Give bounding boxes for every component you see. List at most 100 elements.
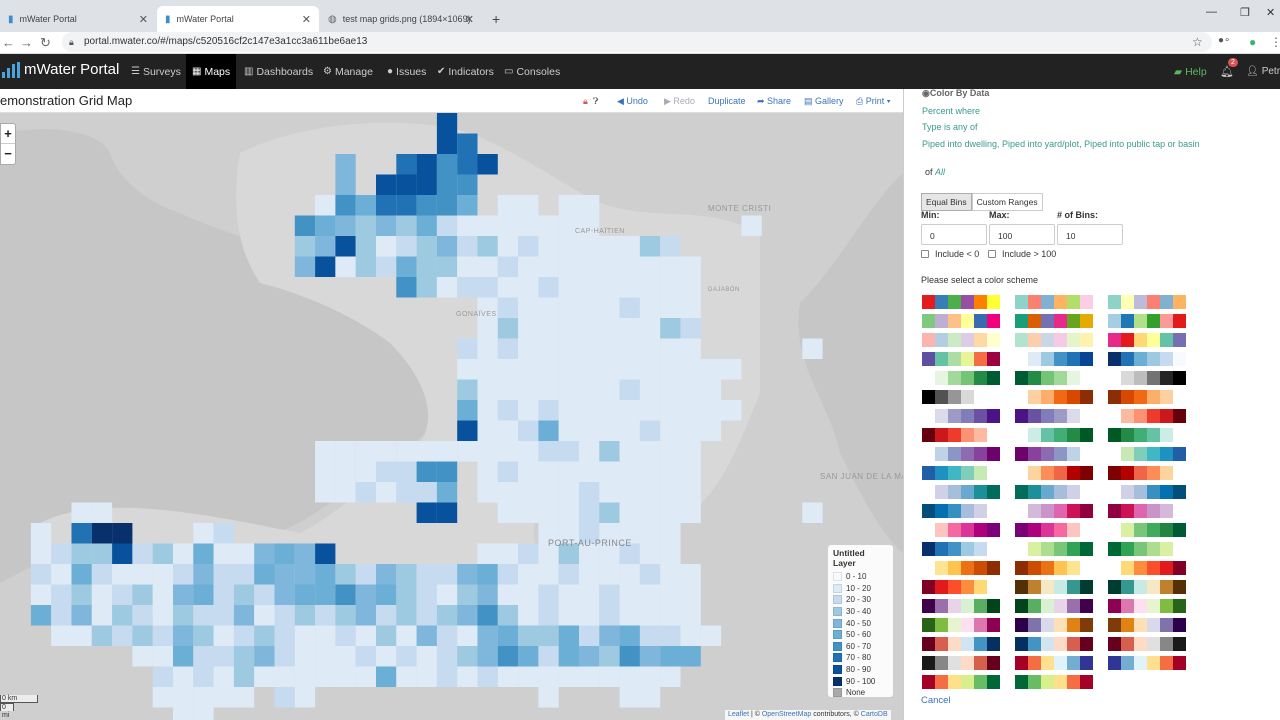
zoom-in-button[interactable]: +	[1, 124, 15, 144]
grid-cell[interactable]	[30, 584, 52, 606]
notifications-button[interactable]: 🔔︎ 2	[1220, 58, 1238, 78]
grid-cell[interactable]	[416, 461, 437, 483]
grid-cell[interactable]	[376, 461, 397, 483]
color-scheme-option[interactable]	[1015, 675, 1093, 689]
grid-cell[interactable]	[518, 256, 539, 278]
grid-cell[interactable]	[477, 441, 498, 462]
grid-cell[interactable]	[233, 625, 255, 647]
map-canvas[interactable]: MONTE CRISTI DAJABÓN SAN JUAN DE LA MAGU…	[0, 113, 903, 720]
grid-cell[interactable]	[538, 502, 559, 524]
grid-cell[interactable]	[457, 625, 478, 647]
grid-cell[interactable]	[152, 584, 173, 606]
grid-cell[interactable]	[579, 400, 600, 421]
grid-cell[interactable]	[619, 687, 640, 708]
grid-cell[interactable]	[436, 502, 458, 524]
grid-cell[interactable]	[436, 174, 458, 196]
grid-cell[interactable]	[538, 338, 559, 360]
grid-cell[interactable]	[315, 666, 336, 688]
grid-cell[interactable]	[619, 256, 640, 278]
grid-cell[interactable]	[558, 441, 579, 462]
grid-cell[interactable]	[477, 646, 498, 667]
grid-cell[interactable]	[396, 174, 417, 196]
grid-cell[interactable]	[376, 646, 397, 667]
grid-cell[interactable]	[315, 605, 336, 626]
grid-cell[interactable]	[152, 605, 173, 626]
grid-cell[interactable]	[315, 564, 336, 585]
grid-cell[interactable]	[477, 605, 498, 626]
grid-cell[interactable]	[497, 215, 519, 237]
grid-cell[interactable]	[558, 400, 579, 421]
grid-cell[interactable]	[660, 236, 681, 257]
grid-cell[interactable]	[396, 154, 417, 175]
grid-cell[interactable]	[497, 666, 519, 688]
grid-cell[interactable]	[680, 318, 701, 339]
grid-cell[interactable]	[416, 154, 437, 175]
color-scheme-option[interactable]	[1108, 352, 1186, 366]
minimize-icon[interactable]: —	[1206, 6, 1217, 18]
grid-cell[interactable]	[477, 215, 498, 237]
grid-cell[interactable]	[660, 318, 681, 339]
grid-cell[interactable]	[497, 482, 519, 503]
grid-cell[interactable]	[436, 133, 458, 155]
grid-cell[interactable]	[518, 338, 539, 360]
grid-cell[interactable]	[518, 420, 539, 442]
color-scheme-option[interactable]	[1015, 333, 1093, 347]
grid-cell[interactable]	[457, 564, 478, 585]
grid-cell[interactable]	[152, 687, 173, 708]
grid-cell[interactable]	[355, 195, 376, 216]
cancel-link[interactable]: Cancel	[921, 695, 951, 706]
grid-cell[interactable]	[518, 400, 539, 421]
grid-cell[interactable]	[213, 523, 234, 544]
osm-link[interactable]: OpenStreetMap	[762, 711, 811, 718]
grid-cell[interactable]	[497, 359, 519, 380]
grid-cell[interactable]	[599, 584, 620, 606]
grid-cell[interactable]	[599, 277, 620, 298]
grid-cell[interactable]	[335, 256, 356, 278]
grid-cell[interactable]	[315, 461, 336, 483]
grid-cell[interactable]	[619, 338, 640, 360]
grid-cell[interactable]	[294, 236, 316, 257]
color-scheme-option[interactable]	[1108, 466, 1186, 480]
grid-cell[interactable]	[457, 277, 478, 298]
grid-cell[interactable]	[518, 318, 539, 339]
grid-cell[interactable]	[802, 502, 823, 524]
grid-cell[interactable]	[315, 441, 336, 462]
grid-cell[interactable]	[558, 236, 579, 257]
grid-cell[interactable]	[619, 666, 640, 688]
color-scheme-option[interactable]	[922, 371, 1000, 385]
print-button[interactable]: ⎙ Print ▾	[856, 96, 891, 107]
nav-manage[interactable]: ⚙ Manage	[317, 54, 379, 89]
grid-cell[interactable]	[112, 543, 133, 565]
grid-cell[interactable]	[660, 523, 681, 544]
grid-cell[interactable]	[518, 277, 539, 298]
grid-cell[interactable]	[376, 195, 397, 216]
grid-cell[interactable]	[477, 461, 498, 483]
grid-cell[interactable]	[680, 461, 701, 483]
grid-cell[interactable]	[477, 666, 498, 688]
color-scheme-option[interactable]	[922, 580, 1000, 594]
grid-cell[interactable]	[660, 277, 681, 298]
grid-cell[interactable]	[579, 502, 600, 524]
grid-cell[interactable]	[91, 543, 113, 565]
grid-cell[interactable]	[538, 297, 559, 319]
grid-cell[interactable]	[579, 236, 600, 257]
grid-cell[interactable]	[660, 359, 681, 380]
grid-cell[interactable]	[477, 256, 498, 278]
grid-cell[interactable]	[680, 256, 701, 278]
grid-cell[interactable]	[71, 523, 92, 544]
grid-cell[interactable]	[376, 236, 397, 257]
grid-cell[interactable]	[538, 584, 559, 606]
grid-cell[interactable]	[680, 277, 701, 298]
grid-cell[interactable]	[599, 379, 620, 401]
grid-cell[interactable]	[518, 236, 539, 257]
grid-cell[interactable]	[335, 646, 356, 667]
grid-cell[interactable]	[416, 215, 437, 237]
grid-cell[interactable]	[579, 461, 600, 483]
grid-cell[interactable]	[132, 625, 153, 647]
grid-cell[interactable]	[335, 605, 356, 626]
grid-cell[interactable]	[579, 420, 600, 442]
grid-cell[interactable]	[193, 666, 214, 688]
grid-cell[interactable]	[477, 154, 498, 175]
grid-cell[interactable]	[538, 215, 559, 237]
grid-cell[interactable]	[639, 646, 661, 667]
